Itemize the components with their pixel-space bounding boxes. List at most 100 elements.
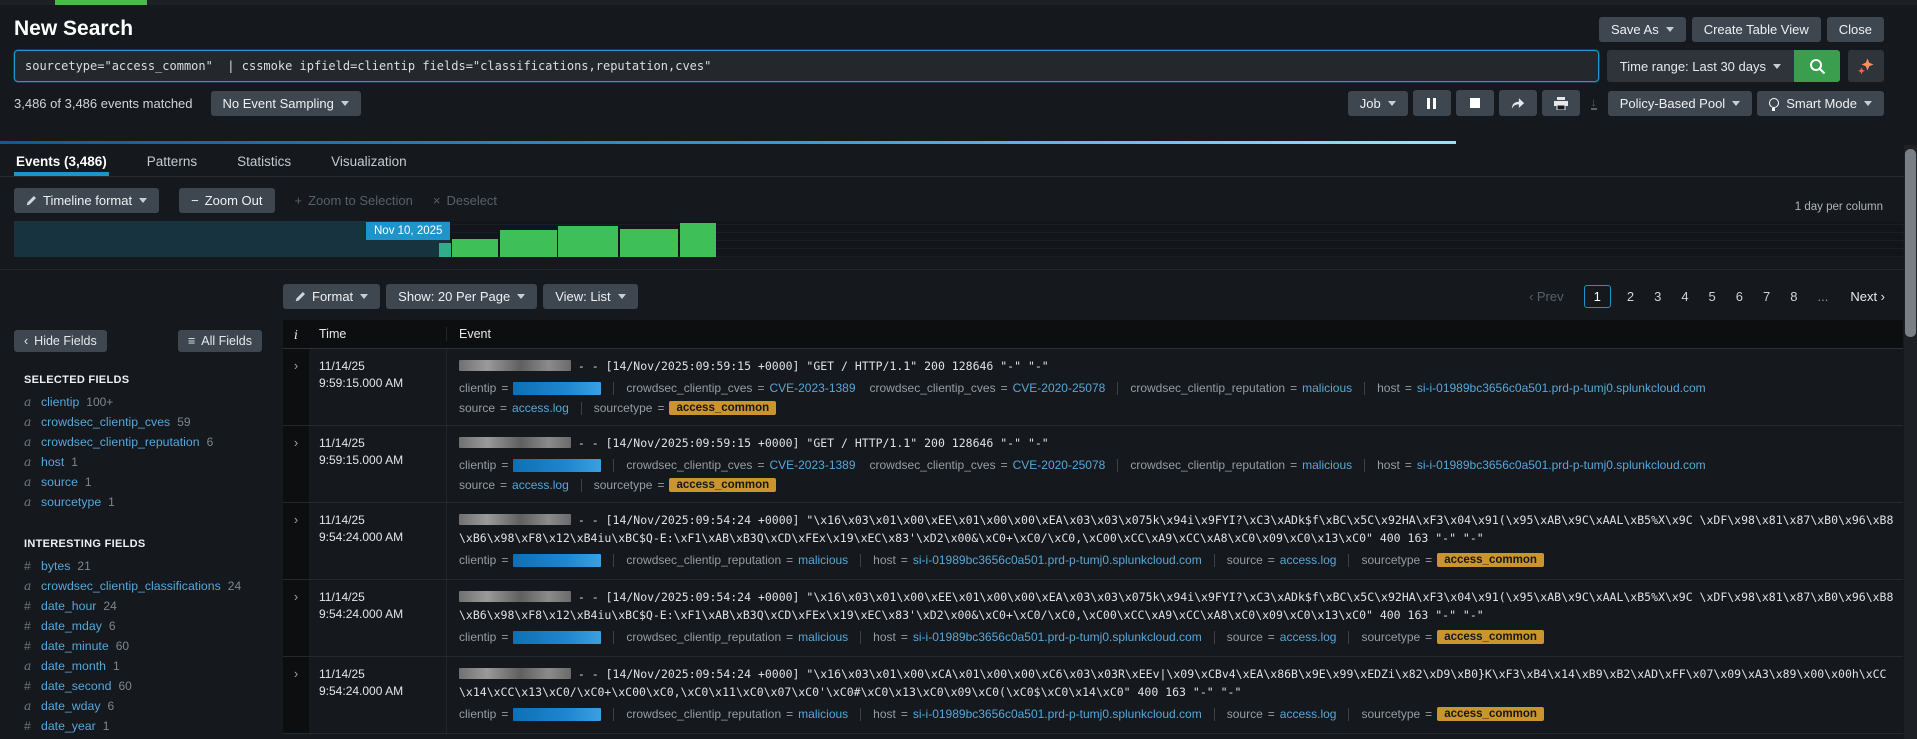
sourcetype-badge[interactable]: access_common — [669, 478, 776, 492]
field-value-link[interactable]: CVE-2023-1389 — [769, 381, 855, 395]
expand-chevron-icon[interactable]: › — [283, 349, 309, 425]
field-value-link[interactable]: CVE-2020-25078 — [1013, 381, 1106, 395]
timeline-bar-nov-14[interactable] — [680, 223, 716, 257]
field-name-link[interactable]: sourcetype — [41, 492, 101, 512]
field-name-link[interactable]: clientip — [41, 392, 79, 412]
field-name-link[interactable]: crowdsec_clientip_classifications — [41, 576, 221, 596]
vertical-scrollbar[interactable] — [1904, 145, 1917, 739]
field-name-link[interactable]: date_mday — [41, 616, 102, 636]
field-label-host[interactable]: host — [1377, 458, 1400, 472]
field-item-crowdsec_clientip_cves[interactable]: acrowdsec_clientip_cves59 — [24, 412, 276, 432]
field-name-link[interactable]: crowdsec_clientip_cves — [41, 412, 170, 432]
field-value-link[interactable]: access.log — [1280, 707, 1337, 721]
zoom-out-button[interactable]: −Zoom Out — [179, 188, 274, 213]
all-fields-button[interactable]: ≡All Fields — [178, 330, 262, 352]
field-name-link[interactable]: date_wday — [41, 696, 100, 716]
field-item-sourcetype[interactable]: asourcetype1 — [24, 492, 276, 512]
field-name-link[interactable]: date_minute — [41, 636, 109, 656]
timeline-format-button[interactable]: Timeline format — [14, 188, 159, 213]
field-label-clientip[interactable]: clientip — [459, 707, 496, 721]
share-button[interactable] — [1499, 90, 1537, 116]
field-label-host[interactable]: host — [873, 707, 896, 721]
page-2[interactable]: 2 — [1627, 289, 1634, 304]
field-item-date_mday[interactable]: #date_mday6 — [24, 616, 276, 636]
field-item-date_wday[interactable]: adate_wday6 — [24, 696, 276, 716]
field-label-crowdsec_clientip_cves[interactable]: crowdsec_clientip_cves — [626, 458, 752, 472]
field-label-crowdsec_clientip_reputation[interactable]: crowdsec_clientip_reputation — [626, 553, 781, 567]
sourcetype-badge[interactable]: access_common — [1437, 707, 1544, 721]
field-label-clientip[interactable]: clientip — [459, 630, 496, 644]
page-5[interactable]: 5 — [1709, 289, 1716, 304]
field-label-clientip[interactable]: clientip — [459, 458, 496, 472]
tab-visualization[interactable]: Visualization — [329, 152, 409, 176]
hide-fields-button[interactable]: ‹Hide Fields — [14, 330, 107, 352]
field-value-link[interactable]: malicious — [798, 707, 848, 721]
field-item-host[interactable]: ahost1 — [24, 452, 276, 472]
field-name-link[interactable]: crowdsec_clientip_reputation — [41, 432, 200, 452]
expand-chevron-icon[interactable]: › — [283, 503, 309, 579]
timeline-bar-nov-11[interactable] — [500, 230, 557, 257]
field-label-crowdsec_clientip_cves[interactable]: crowdsec_clientip_cves — [870, 381, 996, 395]
expand-chevron-icon[interactable]: › — [283, 657, 309, 733]
field-name-link[interactable]: date_year — [41, 716, 96, 736]
pause-button[interactable] — [1413, 90, 1451, 116]
page-7[interactable]: 7 — [1763, 289, 1770, 304]
tab-patterns[interactable]: Patterns — [145, 152, 199, 176]
print-button[interactable] — [1542, 90, 1580, 116]
field-label-sourcetype[interactable]: sourcetype — [594, 401, 653, 415]
field-value-link[interactable]: CVE-2020-25078 — [1013, 458, 1106, 472]
field-name-link[interactable]: date_month — [41, 656, 106, 676]
page-3[interactable]: 3 — [1654, 289, 1661, 304]
field-value-link[interactable]: access.log — [1280, 630, 1337, 644]
timeline-bar-nov-13[interactable] — [620, 229, 678, 257]
search-mode-button[interactable]: Smart Mode — [1757, 91, 1884, 116]
event-sampling-button[interactable]: No Event Sampling — [211, 91, 361, 116]
export-download-icon[interactable]: ↓ — [1591, 97, 1597, 110]
page-6[interactable]: 6 — [1736, 289, 1743, 304]
field-item-crowdsec_clientip_reputation[interactable]: acrowdsec_clientip_reputation6 — [24, 432, 276, 452]
field-value-link[interactable]: malicious — [1302, 381, 1352, 395]
timeline-bar-nov-10-partial[interactable] — [439, 243, 451, 257]
field-value-link[interactable]: malicious — [798, 553, 848, 567]
tab-events-3-486-[interactable]: Events (3,486) — [14, 152, 109, 176]
field-label-crowdsec_clientip_reputation[interactable]: crowdsec_clientip_reputation — [1130, 458, 1285, 472]
save-as-button[interactable]: Save As — [1599, 17, 1686, 42]
field-name-link[interactable]: date_second — [41, 676, 111, 696]
field-label-crowdsec_clientip_reputation[interactable]: crowdsec_clientip_reputation — [1130, 381, 1285, 395]
field-item-date_second[interactable]: #date_second60 — [24, 676, 276, 696]
redacted-clientip-value[interactable] — [513, 631, 601, 644]
create-table-view-button[interactable]: Create Table View — [1692, 17, 1821, 42]
field-item-crowdsec_clientip_classifications[interactable]: acrowdsec_clientip_classifications24 — [24, 576, 276, 596]
field-value-link[interactable]: si-i-01989bc3656c0a501.prd-p-tumj0.splun… — [913, 630, 1202, 644]
format-button[interactable]: Format — [283, 284, 380, 309]
timeline-bar-nov-12[interactable] — [558, 226, 618, 257]
redacted-clientip-value[interactable] — [513, 382, 601, 395]
field-item-source[interactable]: asource1 — [24, 472, 276, 492]
field-label-crowdsec_clientip_reputation[interactable]: crowdsec_clientip_reputation — [626, 707, 781, 721]
sourcetype-badge[interactable]: access_common — [1437, 553, 1544, 567]
job-menu-button[interactable]: Job — [1348, 91, 1408, 116]
field-name-link[interactable]: source — [41, 472, 78, 492]
field-value-link[interactable]: si-i-01989bc3656c0a501.prd-p-tumj0.splun… — [913, 553, 1202, 567]
field-label-crowdsec_clientip_cves[interactable]: crowdsec_clientip_cves — [626, 381, 752, 395]
redacted-clientip-value[interactable] — [513, 459, 601, 472]
per-page-button[interactable]: Show: 20 Per Page — [386, 284, 537, 309]
expand-chevron-icon[interactable]: › — [283, 426, 309, 502]
field-label-source[interactable]: source — [459, 478, 495, 492]
field-item-date_year[interactable]: #date_year1 — [24, 716, 276, 736]
field-label-source[interactable]: source — [1227, 630, 1263, 644]
sourcetype-badge[interactable]: access_common — [669, 401, 776, 415]
field-value-link[interactable]: si-i-01989bc3656c0a501.prd-p-tumj0.splun… — [1417, 458, 1706, 472]
expand-chevron-icon[interactable]: › — [283, 580, 309, 656]
field-item-bytes[interactable]: #bytes21 — [24, 556, 276, 576]
field-label-source[interactable]: source — [1227, 553, 1263, 567]
search-button[interactable] — [1794, 50, 1840, 82]
field-name-link[interactable]: date_hour — [41, 596, 96, 616]
page-4[interactable]: 4 — [1681, 289, 1688, 304]
field-value-link[interactable]: si-i-01989bc3656c0a501.prd-p-tumj0.splun… — [1417, 381, 1706, 395]
redacted-clientip-value[interactable] — [513, 708, 601, 721]
field-value-link[interactable]: si-i-01989bc3656c0a501.prd-p-tumj0.splun… — [913, 707, 1202, 721]
field-label-host[interactable]: host — [873, 630, 896, 644]
field-label-clientip[interactable]: clientip — [459, 553, 496, 567]
ai-assistant-button[interactable] — [1848, 50, 1884, 82]
